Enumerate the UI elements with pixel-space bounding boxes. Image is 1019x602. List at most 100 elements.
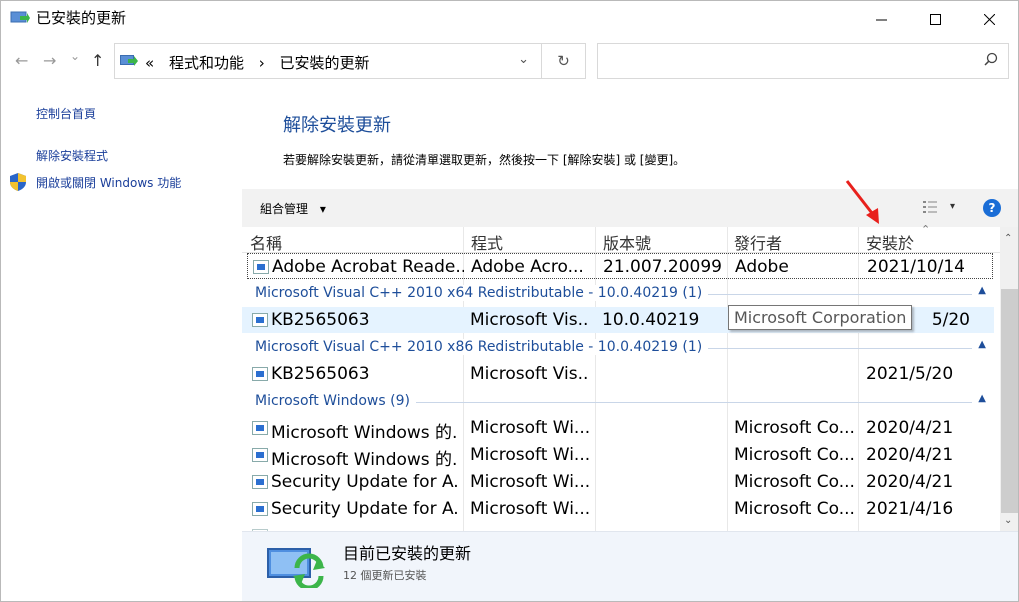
organize-button[interactable]: 組合管理 ▾ [260, 200, 326, 217]
sort-ascending-icon: ⌃ [921, 223, 931, 236]
search-icon [984, 52, 998, 66]
breadcrumb-installed-updates[interactable]: 已安裝的更新 [280, 54, 370, 72]
page-title: 解除安裝更新 [283, 115, 391, 136]
updates-list: 名稱 程式 版本號 發行者 安裝於 Adobe Acrobat Reade...… [242, 227, 1000, 531]
cell-installed-on: 2020/4/21 [866, 418, 954, 438]
details-title: 目前已安裝的更新 [343, 544, 472, 563]
help-button[interactable]: ? [983, 199, 1001, 217]
back-arrow-icon[interactable]: ← [15, 51, 28, 70]
cell-publisher: Microsoft Co... [734, 472, 854, 492]
column-header-program[interactable]: 程式 [471, 230, 503, 254]
search-input[interactable] [597, 43, 1009, 79]
sidebar: 控制台首頁 解除安裝程式 開啟或關閉 Windows 功能 [1, 83, 242, 601]
address-dropdown-icon[interactable]: ⌄ [518, 52, 529, 67]
update-icon [252, 313, 268, 327]
installed-updates-large-icon [267, 548, 325, 588]
cell-installed-on: 2020/4/21 [866, 472, 954, 492]
cell-name: Security Update for A... [271, 472, 459, 492]
chevron-up-icon[interactable]: ▲ [978, 393, 986, 404]
sidebar-item-uninstall-program[interactable]: 解除安裝程式 [36, 147, 108, 164]
minimize-icon [875, 19, 887, 20]
title-bar: 已安裝的更新 [1, 1, 1018, 37]
group-header[interactable]: Microsoft Visual C++ 2010 x86 Redistribu… [242, 335, 994, 361]
cell-name: Adobe Acrobat Reade... [272, 257, 464, 277]
up-arrow-icon[interactable]: ↑ [91, 51, 104, 70]
table-row[interactable] [242, 523, 994, 531]
cell-program: Microsoft Wi... [470, 418, 590, 438]
cell-name: KB2565063 [271, 310, 370, 330]
minimize-button[interactable] [858, 1, 904, 37]
column-header-name[interactable]: 名稱 [250, 230, 282, 254]
cell-name: Microsoft Windows 的... [271, 423, 459, 443]
cell-name: Microsoft Windows 的... [271, 450, 459, 470]
update-icon [253, 260, 269, 274]
table-row[interactable]: Security Update for A... Microsoft Wi...… [242, 469, 994, 495]
refresh-icon: ↻ [557, 52, 570, 70]
cell-program: Microsoft Wi... [470, 472, 590, 492]
update-icon [252, 502, 268, 516]
window: 已安裝的更新 ← → ⌄ ↑ « 程式和功能 › 已安裝的更新 ⌄ ↻ 控制台首… [0, 0, 1019, 602]
sidebar-item-windows-features[interactable]: 開啟或關閉 Windows 功能 [36, 174, 181, 191]
column-header-installed-on[interactable]: 安裝於 [866, 230, 914, 254]
breadcrumb-overflow[interactable]: « [145, 54, 154, 72]
table-row[interactable]: Microsoft Windows 的... Microsoft Wi... M… [242, 442, 994, 470]
command-bar: 組合管理 ▾ ▾ ? [242, 189, 1018, 227]
forward-arrow-icon[interactable]: → [43, 51, 56, 70]
table-row[interactable]: Microsoft Windows 的... Microsoft Wi... M… [242, 415, 994, 443]
cell-program: Microsoft Vis... [470, 310, 590, 330]
recent-locations-icon[interactable]: ⌄ [70, 49, 80, 63]
details-view-icon[interactable] [922, 199, 938, 215]
cell-version: 21.007.20099 [603, 257, 722, 277]
cell-version: 10.0.40219 [602, 310, 700, 330]
update-icon [252, 421, 268, 435]
update-icon [252, 448, 268, 462]
cell-publisher: Microsoft Co... [734, 418, 854, 438]
cell-publisher: Microsoft Co... [734, 445, 854, 465]
group-label: Microsoft Windows (9) [255, 393, 416, 409]
column-header-publisher[interactable]: 發行者 [734, 230, 782, 254]
table-row[interactable]: Adobe Acrobat Reade... Adobe Acro... 21.… [247, 253, 993, 279]
group-header[interactable]: Microsoft Visual C++ 2010 x64 Redistribu… [242, 281, 994, 307]
breadcrumb-separator[interactable]: › [259, 54, 265, 72]
publisher-tooltip: Microsoft Corporation [728, 305, 913, 330]
view-dropdown-icon[interactable]: ▾ [950, 201, 955, 212]
scroll-down-icon[interactable]: ⌄ [1004, 515, 1012, 526]
scrollbar-thumb[interactable] [1001, 289, 1018, 513]
group-label: Microsoft Visual C++ 2010 x86 Redistribu… [255, 339, 709, 355]
window-title: 已安裝的更新 [36, 9, 127, 27]
table-row[interactable]: KB2565063 Microsoft Vis... 2021/5/20 [242, 361, 994, 387]
details-pane: 目前已安裝的更新 12 個更新已安裝 [242, 531, 1018, 601]
shield-icon [10, 173, 26, 191]
cell-program: Adobe Acro... [471, 257, 584, 277]
column-header-version[interactable]: 版本號 [603, 230, 651, 254]
navigation-bar: ← → ⌄ ↑ « 程式和功能 › 已安裝的更新 ⌄ ↻ [1, 39, 1018, 83]
refresh-button[interactable]: ↻ [542, 43, 586, 79]
cell-installed-on: 2021/5/20 [866, 364, 954, 384]
close-icon [983, 13, 995, 25]
cell-publisher: Adobe [735, 257, 789, 277]
scroll-up-icon[interactable]: ⌃ [1004, 233, 1012, 244]
address-bar[interactable]: « 程式和功能 › 已安裝的更新 ⌄ [114, 43, 542, 79]
cell-name: Security Update for A... [271, 499, 459, 519]
maximize-icon [929, 13, 941, 25]
table-row[interactable]: Security Update for A... Microsoft Wi...… [242, 496, 994, 522]
cell-installed-on: 2020/4/21 [866, 445, 954, 465]
organize-label: 組合管理 [260, 202, 309, 216]
installed-updates-icon [10, 11, 30, 23]
cell-program: Microsoft Wi... [470, 445, 590, 465]
maximize-button[interactable] [912, 1, 958, 37]
chevron-down-icon: ▾ [319, 202, 326, 216]
close-button[interactable] [966, 1, 1012, 37]
group-header[interactable]: Microsoft Windows (9) ▲ [242, 389, 994, 415]
details-count: 12 個更新已安裝 [343, 569, 427, 582]
chevron-up-icon[interactable]: ▲ [978, 339, 986, 350]
update-icon [252, 475, 268, 489]
cell-publisher: Microsoft Co... [734, 499, 854, 519]
sidebar-item-control-panel-home[interactable]: 控制台首頁 [36, 105, 96, 122]
chevron-up-icon[interactable]: ▲ [978, 285, 986, 296]
cell-name: KB2565063 [271, 364, 370, 384]
breadcrumb-programs-features[interactable]: 程式和功能 [169, 54, 244, 72]
page-description: 若要解除安裝更新，請從清單選取更新，然後按一下 [解除安裝] 或 [變更]。 [283, 153, 686, 167]
cell-program: Microsoft Vis... [470, 364, 590, 384]
group-label: Microsoft Visual C++ 2010 x64 Redistribu… [255, 285, 709, 301]
